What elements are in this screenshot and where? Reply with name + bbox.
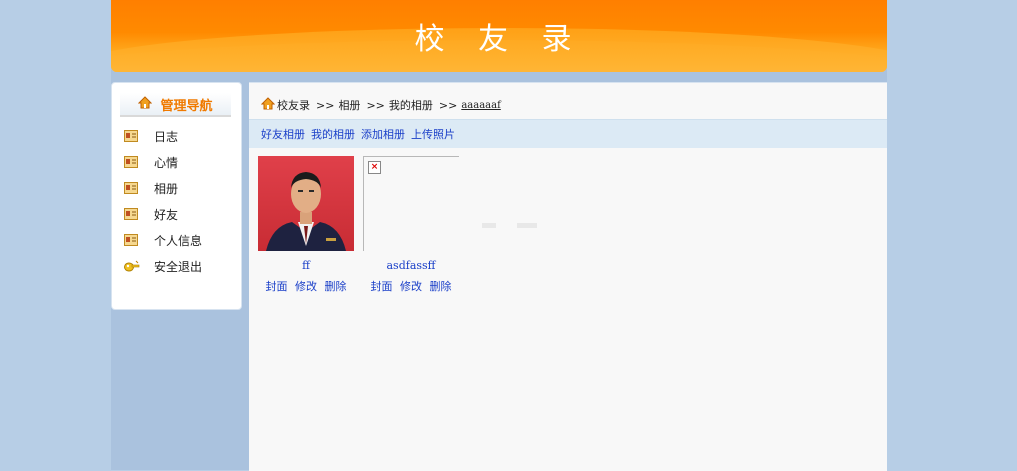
header-banner: 校 友 录 — [111, 0, 887, 72]
breadcrumb-my-album[interactable]: 我的相册 — [389, 97, 433, 113]
breadcrumb-album[interactable]: 相册 — [338, 97, 360, 113]
delete-album-link[interactable]: 删除 — [430, 280, 452, 293]
profile-card-icon — [124, 182, 138, 194]
sidebar-title: 管理导航 — [160, 98, 213, 114]
album-actions: 封面 修改 删除 — [363, 278, 459, 294]
profile-card-icon — [124, 234, 138, 246]
main-content: 校友录 >> 相册 >> 我的相册 >> aaaaaaf 好友相册 我的相册 添… — [249, 82, 887, 471]
sidebar-item-diary[interactable]: 日志 — [124, 123, 202, 149]
breadcrumb-home[interactable]: 校友录 — [277, 97, 310, 113]
delete-album-link[interactable]: 删除 — [325, 280, 347, 293]
set-cover-link[interactable]: 封面 — [371, 280, 393, 293]
home-icon[interactable] — [260, 97, 276, 113]
album-card: ff 封面 修改 删除 — [258, 156, 354, 294]
sidebar: 管理导航 日志 心情 相册 好友 个人信息 安全退出 — [111, 82, 242, 310]
profile-card-icon — [124, 208, 138, 220]
album-name[interactable]: asdfassff — [363, 259, 459, 272]
broken-image-icon: × — [368, 161, 381, 174]
breadcrumb: 校友录 >> 相册 >> 我的相册 >> aaaaaaf — [260, 95, 501, 115]
upload-photo-link[interactable]: 上传照片 — [411, 126, 455, 142]
sidebar-item-mood[interactable]: 心情 — [124, 149, 202, 175]
breadcrumb-current: aaaaaaf — [461, 99, 501, 111]
sidebar-item-friends[interactable]: 好友 — [124, 201, 202, 227]
album-actions: 封面 修改 删除 — [258, 278, 354, 294]
sidebar-item-profile[interactable]: 个人信息 — [124, 227, 202, 253]
album-card: × asdfassff 封面 修改 删除 — [363, 156, 459, 294]
sidebar-header: 管理导航 — [120, 93, 231, 117]
add-album-link[interactable]: 添加相册 — [361, 126, 405, 142]
page-wrapper: 校 友 录 管理导航 日志 心情 相册 好友 个人信息 安全退出 校友录 >> … — [111, 0, 887, 471]
album-subnav: 好友相册 我的相册 添加相册 上传照片 — [249, 119, 887, 148]
site-title: 校 友 录 — [414, 22, 584, 57]
sidebar-item-logout[interactable]: 安全退出 — [124, 253, 202, 279]
edit-album-link[interactable]: 修改 — [295, 280, 317, 293]
friends-albums-link[interactable]: 好友相册 — [261, 126, 305, 142]
profile-card-icon — [124, 130, 138, 142]
edit-album-link[interactable]: 修改 — [400, 280, 422, 293]
my-albums-link[interactable]: 我的相册 — [311, 126, 355, 142]
profile-card-icon — [124, 156, 138, 168]
exit-key-icon — [124, 260, 140, 272]
sidebar-item-album[interactable]: 相册 — [124, 175, 202, 201]
album-cover-photo[interactable]: × — [363, 156, 459, 251]
album-name[interactable]: ff — [258, 259, 354, 272]
set-cover-link[interactable]: 封面 — [266, 280, 288, 293]
home-icon — [138, 96, 153, 112]
album-cover-photo[interactable] — [258, 156, 354, 251]
